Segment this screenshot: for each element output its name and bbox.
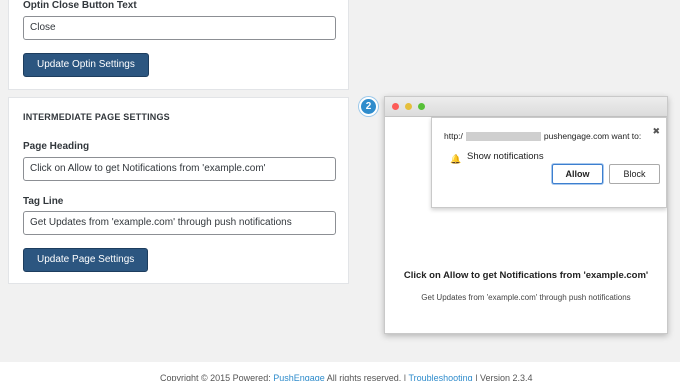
prompt-origin: http:/ pushengage.com want to: [444,131,642,142]
bell-icon: 🔔 [450,154,462,164]
maximize-window-dot [418,103,425,110]
allow-button[interactable]: Allow [552,164,603,184]
browser-preview: ✖ http:/ pushengage.com want to: 🔔 Show n… [384,96,668,334]
preview-page-heading: Click on Allow to get Notifications from… [403,270,649,281]
footer-text: Copyright © 2015 Powered: PushEngage All… [160,373,533,381]
notification-permission-prompt: ✖ http:/ pushengage.com want to: 🔔 Show n… [431,117,667,208]
troubleshooting-link[interactable]: Troubleshooting [408,373,472,381]
optin-close-label: Optin Close Button Text [23,0,137,11]
page-heading-input[interactable]: Click on Allow to get Notifications from… [23,157,336,181]
block-button[interactable]: Block [609,164,660,184]
url-suffix: pushengage.com want to: [543,131,642,141]
page-heading-label: Page Heading [23,141,90,152]
tag-line-input[interactable]: Get Updates from 'example.com' through p… [23,211,336,235]
minimize-window-dot [405,103,412,110]
optin-close-input[interactable]: Close [23,16,336,40]
optin-settings-panel: Optin Close Button Text Close Update Opt… [8,0,349,90]
footer-version: | Version 2.3.4 [472,373,533,381]
preview-page-tagline: Get Updates from 'example.com' through p… [421,293,631,302]
pushengage-link[interactable]: PushEngage [273,373,325,381]
section-title: INTERMEDIATE PAGE SETTINGS [23,112,170,122]
footer-copyright: Copyright © 2015 Powered: [160,373,274,381]
browser-title-bar [385,97,667,117]
show-notifications-text: Show notifications [467,151,544,162]
intermediate-page-settings-panel: INTERMEDIATE PAGE SETTINGS Page Heading … [8,97,349,284]
blurred-subdomain [465,132,541,142]
url-prefix: http:/ [444,131,463,141]
tag-line-label: Tag Line [23,196,64,207]
footer-rights: All rights reserved. | [324,373,409,381]
close-window-dot [392,103,399,110]
step-number-badge: 2 [359,97,378,116]
update-page-settings-button[interactable]: Update Page Settings [23,248,149,272]
close-icon[interactable]: ✖ [652,126,660,137]
update-optin-settings-button[interactable]: Update Optin Settings [23,53,149,77]
